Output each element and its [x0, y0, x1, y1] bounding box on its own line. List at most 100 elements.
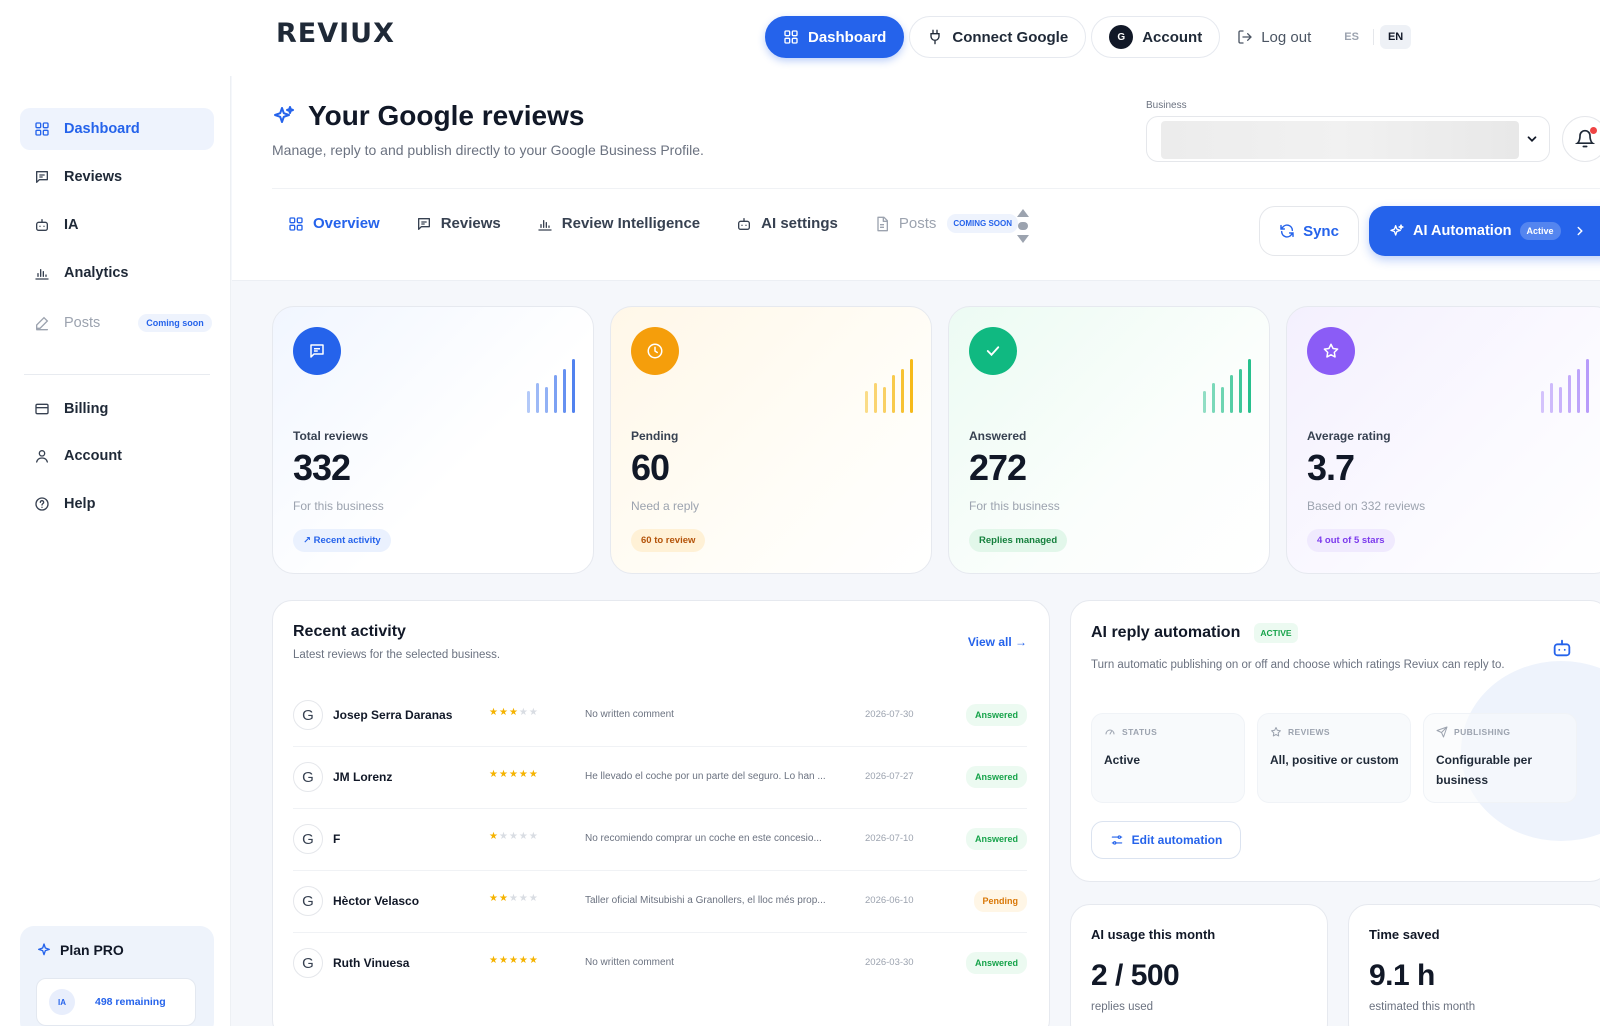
- connect-google-label: Connect Google: [952, 28, 1069, 46]
- stat-label: Answered: [969, 429, 1027, 443]
- tab-ai-settings[interactable]: AI settings: [736, 215, 838, 232]
- tab-label: Posts: [898, 215, 937, 232]
- top-dashboard-label: Dashboard: [808, 28, 887, 46]
- review-date: 2026-07-10: [865, 833, 914, 844]
- edit-automation-button[interactable]: Edit automation: [1091, 821, 1241, 859]
- logout-link[interactable]: Log out: [1225, 16, 1323, 58]
- stat-card-pending: Pending 60 Need a reply 60 to review: [610, 306, 932, 574]
- table-row[interactable]: G Josep Serra Daranas ★★★★★ No written c…: [293, 685, 1027, 747]
- table-row[interactable]: G F ★★★★★ No recomiendo comprar un coche…: [293, 809, 1027, 871]
- business-name-redacted: [1161, 121, 1519, 159]
- pen-icon: [36, 316, 49, 331]
- caret-up-icon: [1017, 209, 1029, 217]
- stat-label: Total reviews: [293, 429, 369, 443]
- language-switcher: ES EN: [1336, 25, 1412, 49]
- tab-label: AI settings: [761, 215, 838, 232]
- coming-soon-badge: Coming soon: [138, 314, 212, 332]
- tab-reviews[interactable]: Reviews: [416, 215, 501, 232]
- reviewer-name: Hèctor Velasco: [333, 894, 420, 908]
- stat-chip: ↗ Recent activity: [293, 529, 391, 552]
- sidebar-item-analytics[interactable]: Analytics: [20, 252, 214, 294]
- ai-automation-description: Turn automatic publishing on or off and …: [1091, 659, 1505, 671]
- sidebar-item-ia[interactable]: IA: [20, 204, 214, 246]
- stat-label: Average rating: [1307, 429, 1391, 443]
- robot-icon: [738, 217, 751, 230]
- tab-review-intelligence[interactable]: Review Intelligence: [537, 215, 700, 232]
- notifications-button[interactable]: [1562, 116, 1600, 162]
- recent-activity-subtitle: Latest reviews for the selected business…: [293, 649, 501, 661]
- edit-automation-label: Edit automation: [1131, 833, 1223, 847]
- star-filled-icon: ★: [489, 955, 499, 966]
- table-row[interactable]: G Hèctor Velasco ★★★★★ Taller oficial Mi…: [293, 871, 1027, 933]
- status-badge: ACTIVE: [1254, 623, 1298, 643]
- connect-google-button[interactable]: Connect Google: [909, 16, 1087, 58]
- automation-box-value: All, positive or custom: [1270, 753, 1399, 767]
- star-filled-icon: ★: [508, 769, 519, 780]
- star-filled-icon: ★: [498, 769, 509, 780]
- document-icon: [877, 216, 888, 231]
- status-badge: Answered: [965, 952, 1027, 974]
- mini-bars-icon: [1203, 359, 1251, 413]
- review-date: 2026-07-30: [865, 709, 914, 720]
- star-empty-icon: ★: [518, 707, 529, 718]
- sync-button[interactable]: Sync: [1259, 206, 1359, 256]
- automation-box-header: PUBLISHING: [1436, 726, 1510, 738]
- ai-automation-button[interactable]: AI Automation Active: [1369, 206, 1600, 256]
- notification-dot: [1590, 127, 1597, 134]
- message-icon: [36, 171, 48, 183]
- sidebar-item-posts[interactable]: Posts Coming soon: [20, 302, 214, 344]
- sidebar-item-dashboard[interactable]: Dashboard: [20, 108, 214, 150]
- automation-box-value: Configurable per business: [1436, 753, 1533, 787]
- brand-logo[interactable]: REVIUX: [276, 18, 395, 49]
- star-empty-icon: ★: [528, 893, 539, 904]
- table-row[interactable]: G Ruth Vinuesa ★★★★★ No written comment …: [293, 933, 1027, 995]
- sync-label: Sync: [1303, 222, 1339, 240]
- lang-divider: [1372, 29, 1374, 45]
- automation-reviews-box: REVIEWS All, positive or custom: [1257, 713, 1411, 803]
- star-empty-icon: ★: [518, 831, 529, 842]
- ai-automation-title: AI reply automation ACTIVE: [1091, 623, 1298, 643]
- stat-subtitle: Need a reply: [631, 499, 700, 513]
- business-select[interactable]: [1146, 116, 1550, 162]
- coming-soon-badge: COMING SOON: [947, 214, 1019, 233]
- logout-icon: [1238, 30, 1253, 44]
- plan-card: Plan PRO IA 498 remaining: [20, 926, 214, 1026]
- table-row[interactable]: G JM Lorenz ★★★★★ He llevado el coche po…: [293, 747, 1027, 809]
- user-icon: [36, 450, 48, 463]
- top-dashboard-button[interactable]: Dashboard: [765, 16, 905, 58]
- review-comment: He llevado el coche por un parte del seg…: [585, 771, 826, 782]
- tab-label: Review Intelligence: [561, 215, 701, 232]
- plan-title: Plan PRO: [36, 942, 124, 958]
- sidebar-item-help[interactable]: Help: [20, 483, 214, 525]
- business-label: Business: [1146, 100, 1187, 111]
- tab-scroll-control[interactable]: [1016, 208, 1030, 244]
- google-avatar: G: [293, 948, 323, 978]
- star-filled-icon: ★: [508, 955, 519, 966]
- star-filled-icon: ★: [518, 955, 529, 966]
- sidebar-item-billing[interactable]: Billing: [20, 388, 214, 430]
- star-filled-icon: ★: [508, 707, 519, 718]
- stat-subtitle: Based on 332 reviews: [1307, 499, 1426, 513]
- mini-bars-icon: [865, 359, 913, 413]
- tab-posts[interactable]: Posts COMING SOON: [874, 214, 1019, 233]
- reviewer-name: F: [333, 832, 341, 846]
- top-nav: Dashboard Connect Google G Account Log o…: [765, 16, 1412, 58]
- star-rating: ★★★★★: [489, 769, 539, 780]
- automation-box-header: REVIEWS: [1270, 726, 1330, 738]
- tab-overview[interactable]: Overview: [288, 215, 380, 232]
- star-rating: ★★★★★: [489, 707, 539, 718]
- stat-value: 3.7: [1307, 447, 1355, 488]
- google-avatar: G: [293, 762, 323, 792]
- star-rating: ★★★★★: [489, 831, 539, 842]
- lang-es-button[interactable]: ES: [1336, 25, 1367, 49]
- sidebar-item-account[interactable]: Account: [20, 435, 214, 477]
- sidebar-item-reviews[interactable]: Reviews: [20, 156, 214, 198]
- sliders-icon: [1111, 835, 1122, 845]
- status-badge: Answered: [965, 828, 1027, 850]
- chevron-right-icon: [1577, 226, 1583, 236]
- view-all-link[interactable]: View all →: [968, 635, 1027, 649]
- time-saved-title: Time saved: [1369, 927, 1440, 942]
- lang-en-button[interactable]: EN: [1379, 25, 1412, 49]
- reviewer-name: Josep Serra Daranas: [333, 708, 453, 722]
- account-button[interactable]: G Account: [1091, 16, 1221, 58]
